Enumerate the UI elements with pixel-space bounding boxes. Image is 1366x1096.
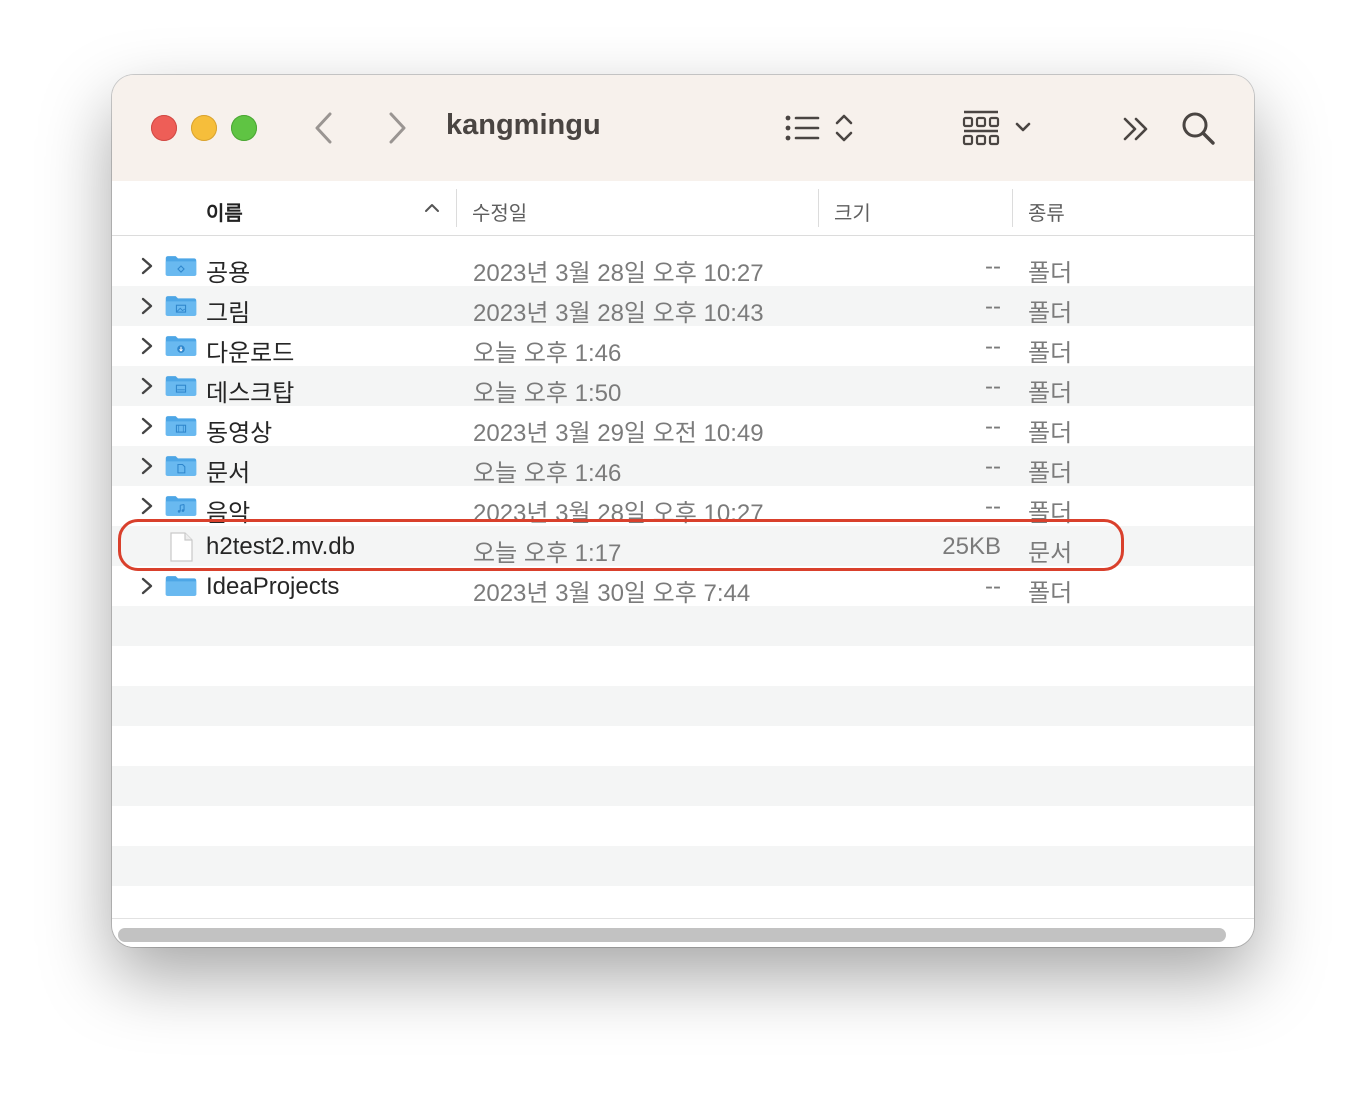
file-size: -- — [985, 573, 1001, 600]
downloads-folder-icon — [165, 336, 197, 356]
file-row[interactable]: 그림 2023년 3월 28일 오후 10:43 -- 폴더 — [112, 286, 1254, 327]
file-name: 음악 — [206, 500, 251, 527]
chevron-right-icon[interactable] — [385, 111, 409, 145]
public-folder-icon — [165, 256, 197, 276]
file-row[interactable]: 음악 2023년 3월 28일 오후 10:27 -- 폴더 — [112, 486, 1254, 527]
file-row[interactable]: 데스크탑 오늘 오후 1:50 -- 폴더 — [112, 366, 1254, 407]
file-kind: 폴더 — [1028, 300, 1073, 327]
file-name: 다운로드 — [206, 340, 295, 367]
window-title: kangmingu — [446, 109, 601, 141]
column-size-header[interactable]: 크기 — [834, 197, 871, 226]
disclosure-chevron-icon[interactable] — [140, 336, 154, 356]
empty-row — [112, 766, 1254, 806]
disclosure-chevron-icon[interactable] — [140, 416, 154, 436]
file-size: 25KB — [942, 533, 1001, 560]
file-size: -- — [985, 453, 1001, 480]
file-row[interactable]: h2test2.mv.db 오늘 오후 1:17 25KB 문서 — [112, 526, 1254, 567]
column-divider[interactable] — [456, 189, 457, 227]
file-name: 동영상 — [206, 420, 273, 447]
column-modified-header[interactable]: 수정일 — [472, 197, 527, 226]
file-kind: 폴더 — [1028, 380, 1073, 407]
horizontal-scrollbar[interactable] — [112, 918, 1254, 947]
file-kind: 폴더 — [1028, 420, 1073, 447]
file-modified: 오늘 오후 1:46 — [473, 340, 622, 367]
movies-folder-icon — [165, 416, 197, 436]
disclosure-chevron-icon[interactable] — [140, 456, 154, 476]
file-row[interactable]: IdeaProjects 2023년 3월 30일 오후 7:44 -- 폴더 — [112, 566, 1254, 607]
file-size: -- — [985, 253, 1001, 280]
column-divider[interactable] — [818, 189, 819, 227]
finder-window: kangmingu 이름 수정일 크기 종류 공용 2023년 3월 28일 오… — [112, 75, 1254, 947]
column-name-header[interactable]: 이름 — [206, 197, 243, 226]
zoom-button[interactable] — [231, 115, 257, 141]
close-button[interactable] — [151, 115, 177, 141]
file-size: -- — [985, 413, 1001, 440]
file-modified: 2023년 3월 29일 오전 10:49 — [473, 420, 764, 447]
column-divider[interactable] — [1012, 189, 1013, 227]
group-grid-icon[interactable] — [962, 110, 1034, 146]
disclosure-chevron-icon[interactable] — [140, 496, 154, 516]
file-row[interactable]: 문서 오늘 오후 1:46 -- 폴더 — [112, 446, 1254, 487]
disclosure-chevron-icon[interactable] — [140, 256, 154, 276]
file-row[interactable]: 공용 2023년 3월 28일 오후 10:27 -- 폴더 — [112, 246, 1254, 287]
file-kind: 폴더 — [1028, 260, 1073, 287]
empty-row — [112, 686, 1254, 726]
file-row[interactable]: 동영상 2023년 3월 29일 오전 10:49 -- 폴더 — [112, 406, 1254, 447]
file-name: 데스크탑 — [206, 380, 295, 407]
disclosure-chevron-icon[interactable] — [140, 296, 154, 316]
file-modified: 오늘 오후 1:50 — [473, 380, 622, 407]
file-name: 문서 — [206, 460, 251, 487]
double-chevron-right-icon[interactable] — [1122, 115, 1152, 143]
file-list: 공용 2023년 3월 28일 오후 10:27 -- 폴더 그림 2023년 3월 28… — [112, 246, 1254, 607]
column-header: 이름 수정일 크기 종류 — [112, 181, 1254, 236]
file-modified: 2023년 3월 28일 오후 10:43 — [473, 300, 764, 327]
file-name: 그림 — [206, 300, 251, 327]
column-kind-header[interactable]: 종류 — [1028, 197, 1065, 226]
file-name: h2test2.mv.db — [206, 533, 355, 560]
file-row[interactable]: 다운로드 오늘 오후 1:46 -- 폴더 — [112, 326, 1254, 367]
file-modified: 오늘 오후 1:46 — [473, 460, 622, 487]
empty-row — [112, 846, 1254, 886]
minimize-button[interactable] — [191, 115, 217, 141]
disclosure-chevron-icon[interactable] — [140, 576, 154, 596]
file-kind: 폴더 — [1028, 500, 1073, 527]
desktop-folder-icon — [165, 376, 197, 396]
search-icon[interactable] — [1180, 110, 1218, 148]
pictures-folder-icon — [165, 296, 197, 316]
chevron-left-icon[interactable] — [312, 111, 336, 145]
document-file-icon — [170, 532, 193, 562]
file-name: 공용 — [206, 260, 251, 287]
file-kind: 폴더 — [1028, 460, 1073, 487]
file-size: -- — [985, 333, 1001, 360]
list-view-icon[interactable] — [784, 112, 860, 144]
file-kind: 폴더 — [1028, 580, 1073, 607]
file-name: IdeaProjects — [206, 573, 340, 600]
folder-icon — [165, 576, 197, 596]
toolbar: kangmingu — [112, 75, 1254, 182]
file-modified: 2023년 3월 28일 오후 10:27 — [473, 260, 764, 287]
file-kind: 폴더 — [1028, 340, 1073, 367]
file-modified: 2023년 3월 30일 오후 7:44 — [473, 580, 751, 607]
file-kind: 문서 — [1028, 540, 1073, 567]
file-size: -- — [985, 373, 1001, 400]
empty-row — [112, 606, 1254, 646]
music-folder-icon — [165, 496, 197, 516]
documents-folder-icon — [165, 456, 197, 476]
file-modified: 2023년 3월 28일 오후 10:27 — [473, 500, 764, 527]
file-size: -- — [985, 293, 1001, 320]
file-size: -- — [985, 493, 1001, 520]
disclosure-chevron-icon[interactable] — [140, 376, 154, 396]
file-modified: 오늘 오후 1:17 — [473, 540, 622, 567]
sort-ascending-icon[interactable] — [424, 203, 440, 213]
scrollbar-thumb[interactable] — [118, 928, 1226, 942]
